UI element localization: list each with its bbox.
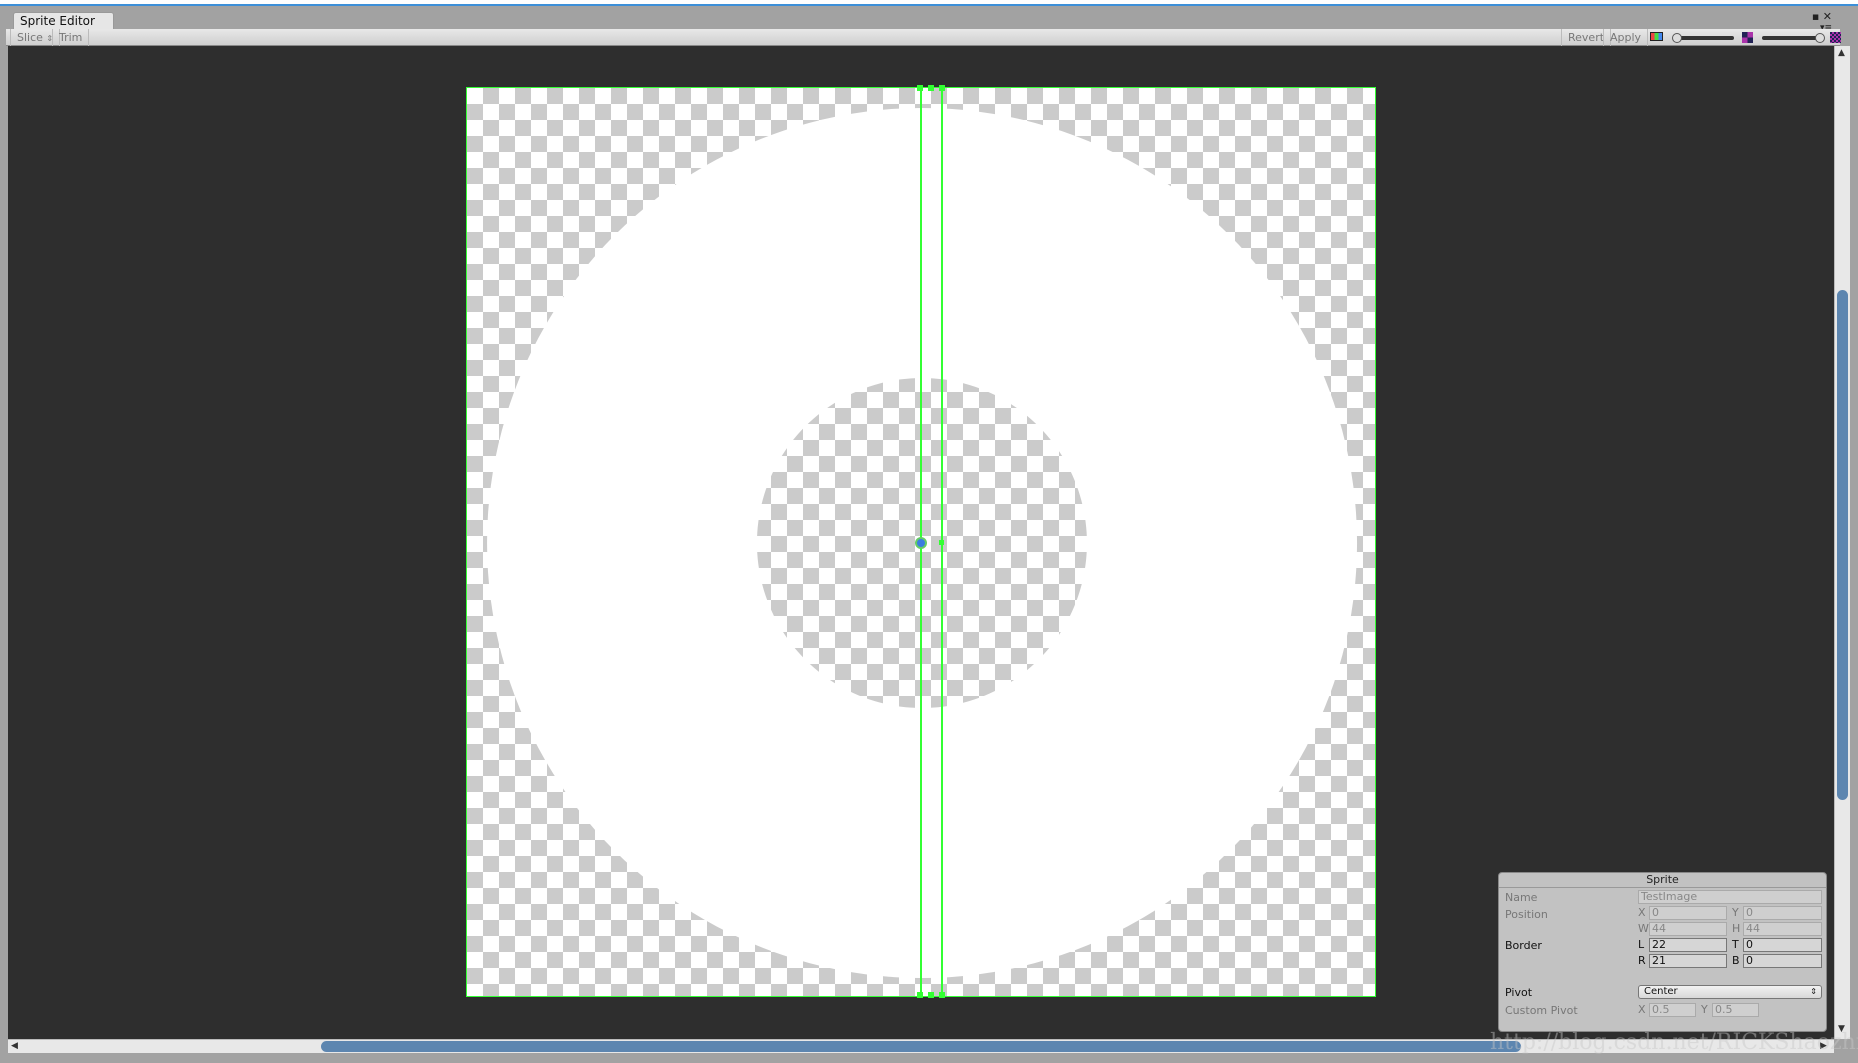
- chevron-updown-icon: ⇕: [1810, 987, 1817, 996]
- name-label: Name: [1505, 891, 1538, 904]
- border-bottom-field[interactable]: 0: [1743, 954, 1822, 968]
- apply-button[interactable]: Apply: [1603, 29, 1649, 46]
- custom-pivot-label: Custom Pivot: [1505, 1004, 1578, 1017]
- custom-pivot-x-field[interactable]: 0.5: [1649, 1003, 1696, 1017]
- border-handle[interactable]: [917, 992, 923, 998]
- slider-handle[interactable]: [1672, 33, 1682, 43]
- maximize-icon[interactable]: ▪: [1812, 10, 1819, 23]
- sprite-image[interactable]: [466, 85, 1376, 998]
- x-letter: X: [1638, 1003, 1646, 1016]
- height-field[interactable]: 44: [1743, 922, 1822, 936]
- close-icon[interactable]: ✕: [1823, 10, 1832, 23]
- b-letter: B: [1732, 954, 1740, 967]
- border-label: Border: [1505, 939, 1542, 952]
- panel-title: Sprite: [1499, 873, 1826, 888]
- position-x-field[interactable]: 0: [1649, 906, 1727, 920]
- x-letter: X: [1638, 906, 1646, 919]
- border-handle[interactable]: [928, 992, 934, 998]
- rgb-channel-icon[interactable]: [1650, 32, 1663, 41]
- border-handle[interactable]: [939, 540, 944, 545]
- border-left-field[interactable]: 22: [1649, 938, 1727, 952]
- border-handle[interactable]: [939, 85, 945, 91]
- slider-handle[interactable]: [1815, 33, 1825, 43]
- y-letter: Y: [1732, 906, 1739, 919]
- vertical-scroll-thumb[interactable]: [1837, 290, 1848, 800]
- border-handle[interactable]: [917, 85, 923, 91]
- mip-high-icon: [1830, 32, 1841, 43]
- h-letter: H: [1732, 922, 1741, 935]
- width-field[interactable]: 44: [1649, 922, 1727, 936]
- trim-button[interactable]: Trim: [52, 29, 90, 46]
- pivot-dropdown[interactable]: Center ⇕: [1638, 985, 1822, 999]
- horizontal-scroll-thumb[interactable]: [321, 1041, 1521, 1052]
- scroll-up-icon[interactable]: ▲: [1838, 48, 1845, 58]
- r-letter: R: [1638, 954, 1646, 967]
- l-letter: L: [1638, 938, 1645, 951]
- window-top-border: [0, 0, 1858, 6]
- scroll-left-icon[interactable]: ◀: [11, 1041, 18, 1051]
- w-letter: W: [1638, 922, 1649, 935]
- toolbar: Slice ⇕ Trim Revert Apply: [6, 29, 1841, 46]
- mip-low-icon: [1742, 32, 1753, 43]
- border-top-field[interactable]: 0: [1743, 938, 1822, 952]
- watermark: http://blog.csdn.net/RICKShaozhiheng: [1490, 1030, 1858, 1055]
- zoom-slider[interactable]: [1672, 33, 1736, 43]
- position-y-field[interactable]: 0: [1743, 906, 1822, 920]
- position-label: Position: [1505, 908, 1548, 921]
- pivot-handle[interactable]: [915, 537, 927, 549]
- name-field[interactable]: TestImage: [1638, 890, 1822, 904]
- mip-slider[interactable]: [1760, 33, 1826, 43]
- y-letter: Y: [1701, 1003, 1708, 1016]
- border-handle[interactable]: [939, 992, 945, 998]
- border-handle[interactable]: [928, 85, 934, 91]
- t-letter: T: [1732, 938, 1739, 951]
- tab-sprite-editor[interactable]: Sprite Editor: [13, 12, 114, 30]
- tab-bar: Sprite Editor ▪ ✕ ▾≡: [6, 8, 1840, 33]
- sprite-inspector-panel: Sprite Name TestImage Position X 0 Y 0 W…: [1498, 872, 1827, 1032]
- vertical-scrollbar[interactable]: ▲ ▼: [1834, 46, 1850, 1039]
- pivot-label: Pivot: [1505, 986, 1533, 999]
- custom-pivot-y-field[interactable]: 0.5: [1712, 1003, 1759, 1017]
- border-right-field[interactable]: 21: [1649, 954, 1727, 968]
